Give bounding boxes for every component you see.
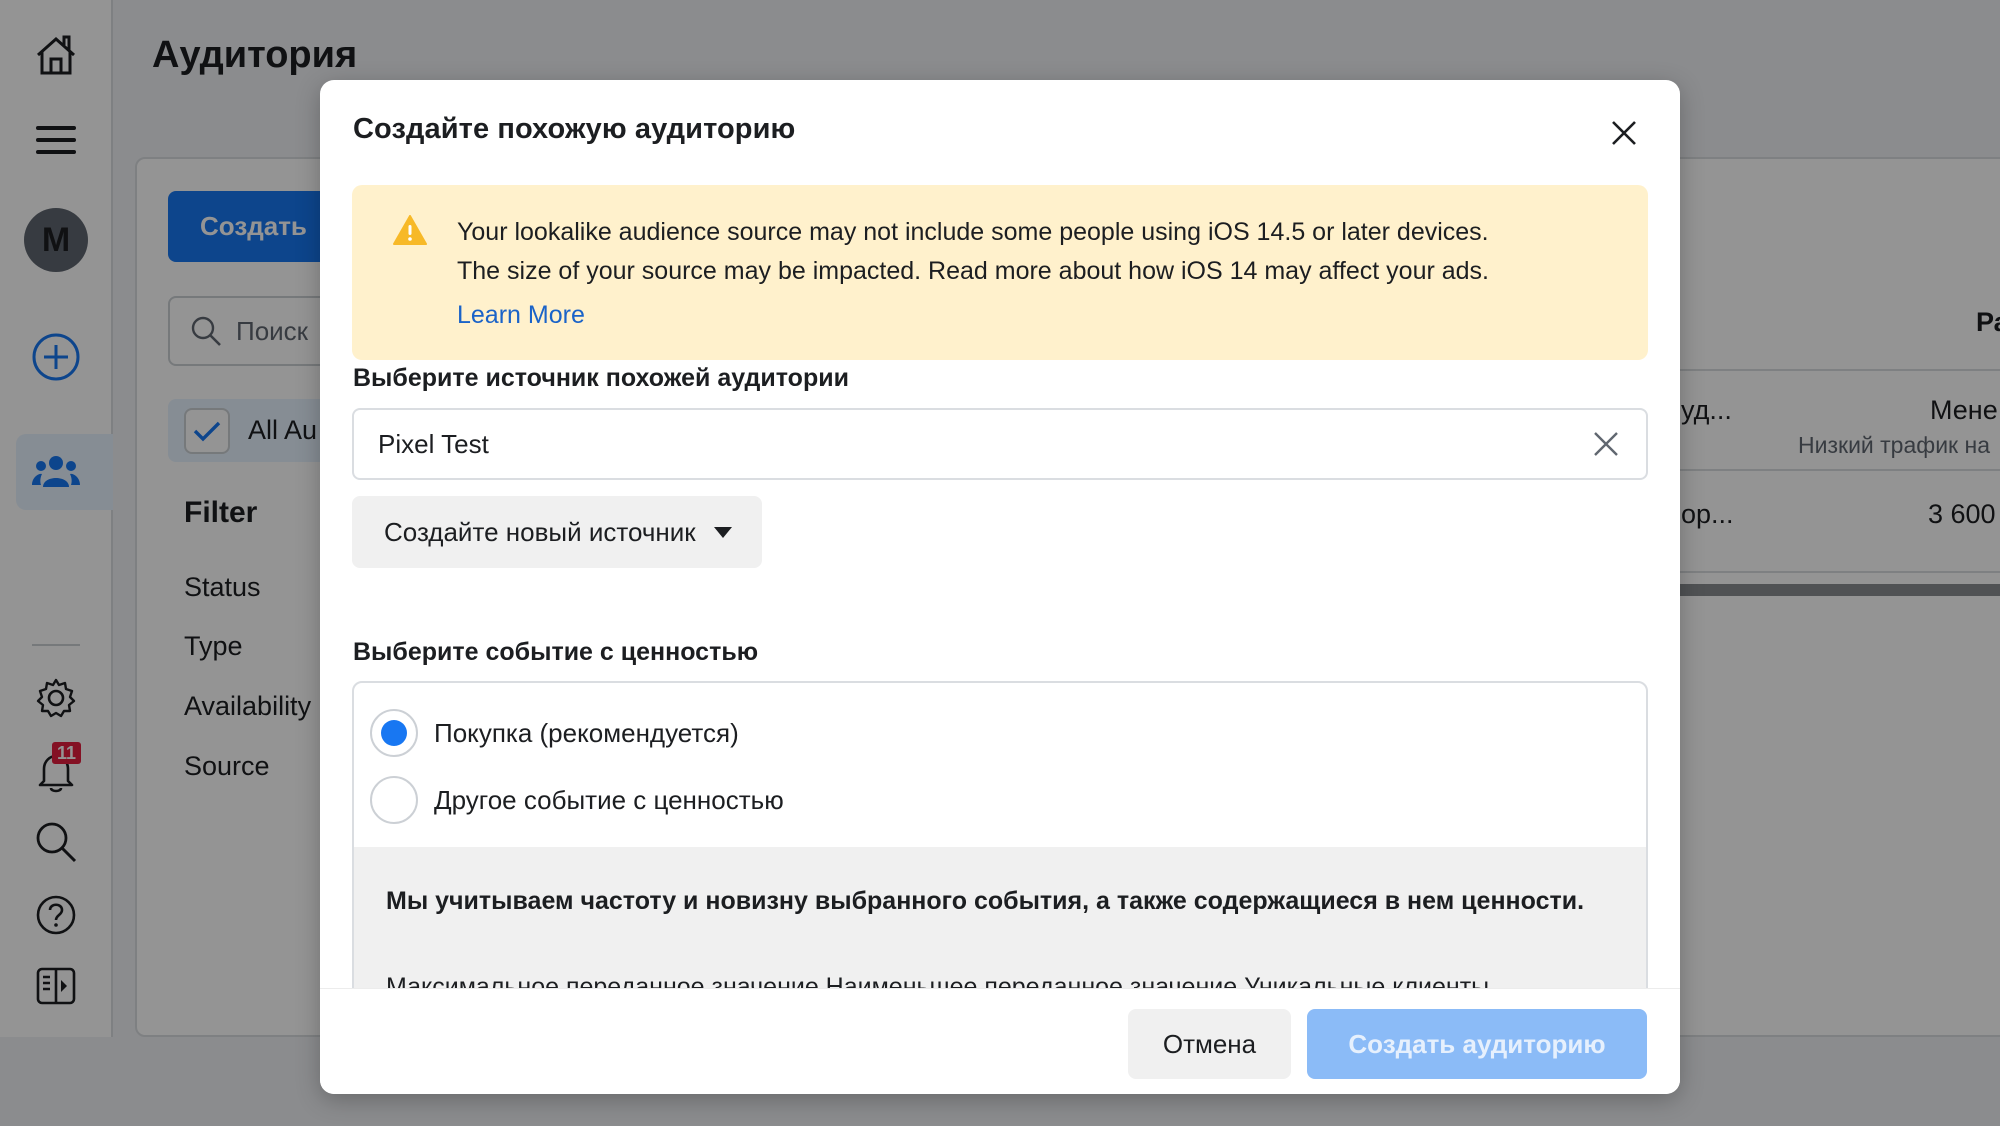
event-option-other[interactable]: Другое событие с ценностью	[370, 776, 784, 824]
event-label: Выберите событие с ценностью	[353, 638, 759, 666]
cancel-button[interactable]: Отмена	[1128, 1009, 1291, 1079]
learn-more-link[interactable]: Learn More	[457, 301, 585, 330]
dialog-title: Создайте похожую аудиторию	[353, 113, 796, 145]
event-info-text: Мы учитываем частоту и новизну выбранног…	[386, 887, 1585, 915]
event-option-label: Другое событие с ценностью	[434, 784, 784, 815]
source-label: Выберите источник похожей аудитории	[353, 364, 849, 392]
close-button[interactable]	[1606, 115, 1642, 151]
dialog-footer: Отмена Создать аудиторию	[320, 988, 1680, 1094]
source-input[interactable]: Pixel Test	[352, 408, 1648, 480]
create-audience-submit-button[interactable]: Создать аудиторию	[1307, 1009, 1647, 1079]
radio-dot	[381, 720, 407, 746]
close-icon	[1612, 121, 1636, 145]
clear-source-button[interactable]	[1590, 428, 1622, 460]
create-new-source-button[interactable]: Создайте новый источник	[352, 496, 762, 568]
clear-icon	[1594, 432, 1618, 456]
warning-text: Your lookalike audience source may not i…	[457, 213, 1489, 291]
radio-button-selected[interactable]	[370, 709, 418, 757]
warning-icon	[393, 215, 427, 245]
lookalike-audience-dialog: Создайте похожую аудиторию Your lookalik…	[320, 80, 1680, 1094]
event-option-label: Покупка (рекомендуется)	[434, 717, 739, 748]
radio-button[interactable]	[370, 776, 418, 824]
chevron-down-icon	[713, 526, 732, 538]
warning-line-1: Your lookalike audience source may not i…	[457, 218, 1489, 246]
source-value: Pixel Test	[378, 428, 489, 459]
create-new-source-label: Создайте новый источник	[384, 516, 696, 547]
ios-warning-banner: Your lookalike audience source may not i…	[352, 185, 1648, 360]
warning-line-2: The size of your source may be impacted.…	[457, 257, 1489, 285]
event-option-purchase[interactable]: Покупка (рекомендуется)	[370, 709, 739, 757]
